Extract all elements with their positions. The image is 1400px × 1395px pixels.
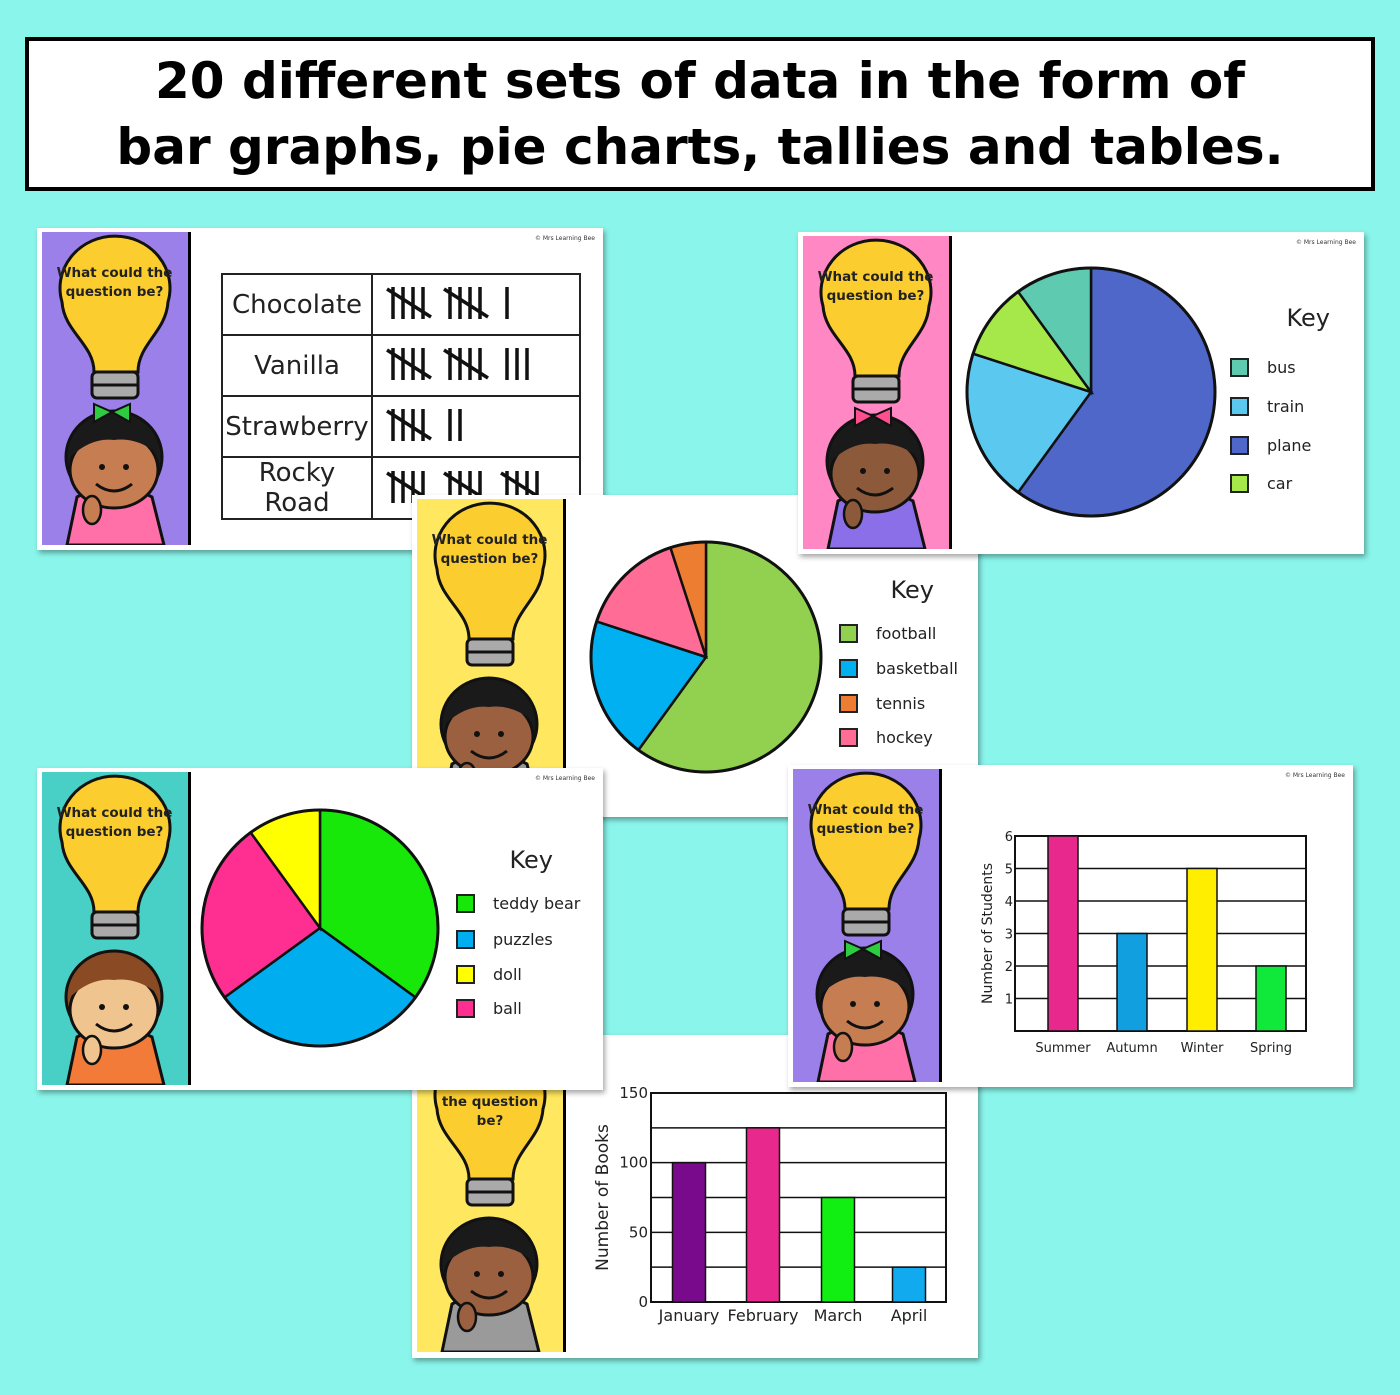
- card-toys-pie-chart: What could the question be? © Mrs Learnin…: [37, 768, 603, 1090]
- bar-March: [820, 1196, 856, 1303]
- pie-chart: [200, 808, 440, 1048]
- legend-swatch: [1230, 397, 1249, 416]
- legend-swatch: [839, 624, 858, 643]
- legend-label: puzzles: [493, 930, 553, 949]
- bar-April: [891, 1266, 927, 1303]
- x-tick-label: Winter: [1181, 1041, 1225, 1056]
- legend-item: teddy bear: [456, 894, 580, 913]
- tally-marks-cell: [371, 395, 581, 458]
- lightbulb-icon: [58, 234, 172, 400]
- tally-table: Chocolate Vanilla Strawberry Rocky Road: [221, 273, 581, 520]
- legend-swatch: [456, 894, 475, 913]
- legend-label: football: [876, 624, 937, 643]
- legend-label: basketball: [876, 659, 958, 678]
- y-tick-label: 3: [1005, 928, 1013, 943]
- y-tick-label: 50: [629, 1223, 648, 1241]
- tally-group: [443, 287, 489, 319]
- legend-label: tennis: [876, 694, 926, 713]
- y-axis-label: Number of Students: [980, 863, 996, 1004]
- legend-item: hockey: [839, 728, 933, 747]
- bar-Winter: [1186, 867, 1218, 1032]
- x-tick-label: March: [814, 1306, 863, 1325]
- thinking-child-icon: [64, 402, 166, 545]
- legend-item: car: [1230, 474, 1292, 493]
- tally-label: Strawberry: [221, 395, 373, 458]
- legend-label: teddy bear: [493, 894, 581, 913]
- x-tick-label: Autumn: [1106, 1041, 1157, 1056]
- legend-item: plane: [1230, 436, 1311, 455]
- y-tick-label: 100: [619, 1154, 648, 1172]
- legend-label: hockey: [876, 728, 933, 747]
- tally-label: Rocky Road: [221, 456, 373, 520]
- bar-graph: Summer Autumn Winter Spring 1 2 3 4 5 6 Number of …: [980, 830, 1307, 1056]
- legend-item: train: [1230, 397, 1304, 416]
- legend-swatch: [1230, 474, 1249, 493]
- pie-chart: [965, 266, 1217, 518]
- tally-marks-cell: [371, 334, 581, 397]
- tally-group: [448, 409, 462, 441]
- y-tick-label: 4: [1005, 895, 1013, 910]
- legend-label: plane: [1267, 436, 1312, 455]
- tally-row: Vanilla: [221, 334, 581, 397]
- legend-item: bus: [1230, 358, 1296, 377]
- sidebar-illustration: What could the question be?: [42, 232, 191, 545]
- bar-Spring: [1255, 965, 1287, 1032]
- bar-Autumn: [1116, 932, 1148, 1032]
- tally-row: Chocolate: [221, 273, 581, 336]
- copyright-text: © Mrs Learning Bee: [534, 235, 595, 242]
- headline-box: 20 different sets of data in the form of…: [25, 37, 1375, 191]
- legend-item: doll: [456, 965, 522, 984]
- tally-row: Strawberry: [221, 395, 581, 458]
- tally-marks-cell: [371, 273, 581, 336]
- y-tick-label: 0: [638, 1293, 648, 1311]
- legend-item: football: [839, 624, 936, 643]
- y-tick-label: 150: [619, 1084, 648, 1102]
- legend-swatch: [456, 999, 475, 1018]
- y-tick-label: 1: [1005, 993, 1013, 1008]
- y-tick-label: 6: [1005, 830, 1013, 845]
- legend-swatch: [456, 930, 475, 949]
- tally-label: Chocolate: [221, 273, 373, 336]
- legend-label: car: [1267, 474, 1293, 493]
- tally-group: [386, 287, 432, 319]
- tally-group: [386, 409, 432, 441]
- card-transport-pie-chart: What could the question be? © Mrs Learnin…: [798, 232, 1364, 554]
- tally-label: Vanilla: [221, 334, 373, 397]
- bar-Summer: [1047, 835, 1079, 1032]
- tally-group: [505, 348, 529, 380]
- legend-swatch: [839, 728, 858, 747]
- key-title: Key: [1286, 304, 1330, 332]
- legend-label: bus: [1267, 358, 1296, 377]
- x-tick-label: February: [728, 1306, 799, 1325]
- legend-label: ball: [493, 999, 522, 1018]
- x-tick-label: Summer: [1035, 1041, 1091, 1056]
- y-tick-label: 5: [1005, 863, 1013, 878]
- legend-label: doll: [493, 965, 522, 984]
- y-axis-label: Number of Books: [593, 1124, 613, 1271]
- bar-February: [745, 1127, 781, 1303]
- legend-item: tennis: [839, 694, 925, 713]
- tally-group: [386, 348, 432, 380]
- x-tick-label: April: [891, 1306, 928, 1325]
- legend-swatch: [1230, 358, 1249, 377]
- tally-group: [443, 348, 489, 380]
- legend-label: train: [1267, 397, 1305, 416]
- legend-item: ball: [456, 999, 522, 1018]
- key-title: Key: [509, 846, 553, 874]
- x-tick-label: Spring: [1250, 1041, 1292, 1056]
- legend-swatch: [1230, 436, 1249, 455]
- legend-swatch: [456, 965, 475, 984]
- legend-item: puzzles: [456, 930, 553, 949]
- bar-January: [671, 1161, 707, 1303]
- legend-item: basketball: [839, 659, 958, 678]
- y-tick-label: 2: [1005, 960, 1013, 975]
- card-seasons-bar-graph: What could the question be? © Mrs Learnin…: [788, 765, 1353, 1087]
- x-tick-label: January: [658, 1306, 720, 1325]
- headline: 20 different sets of data in the form of…: [116, 52, 1284, 176]
- legend-swatch: [839, 694, 858, 713]
- legend-swatch: [839, 659, 858, 678]
- bulb-prompt-text: What could the question be?: [56, 265, 173, 300]
- key-title: Key: [890, 576, 934, 604]
